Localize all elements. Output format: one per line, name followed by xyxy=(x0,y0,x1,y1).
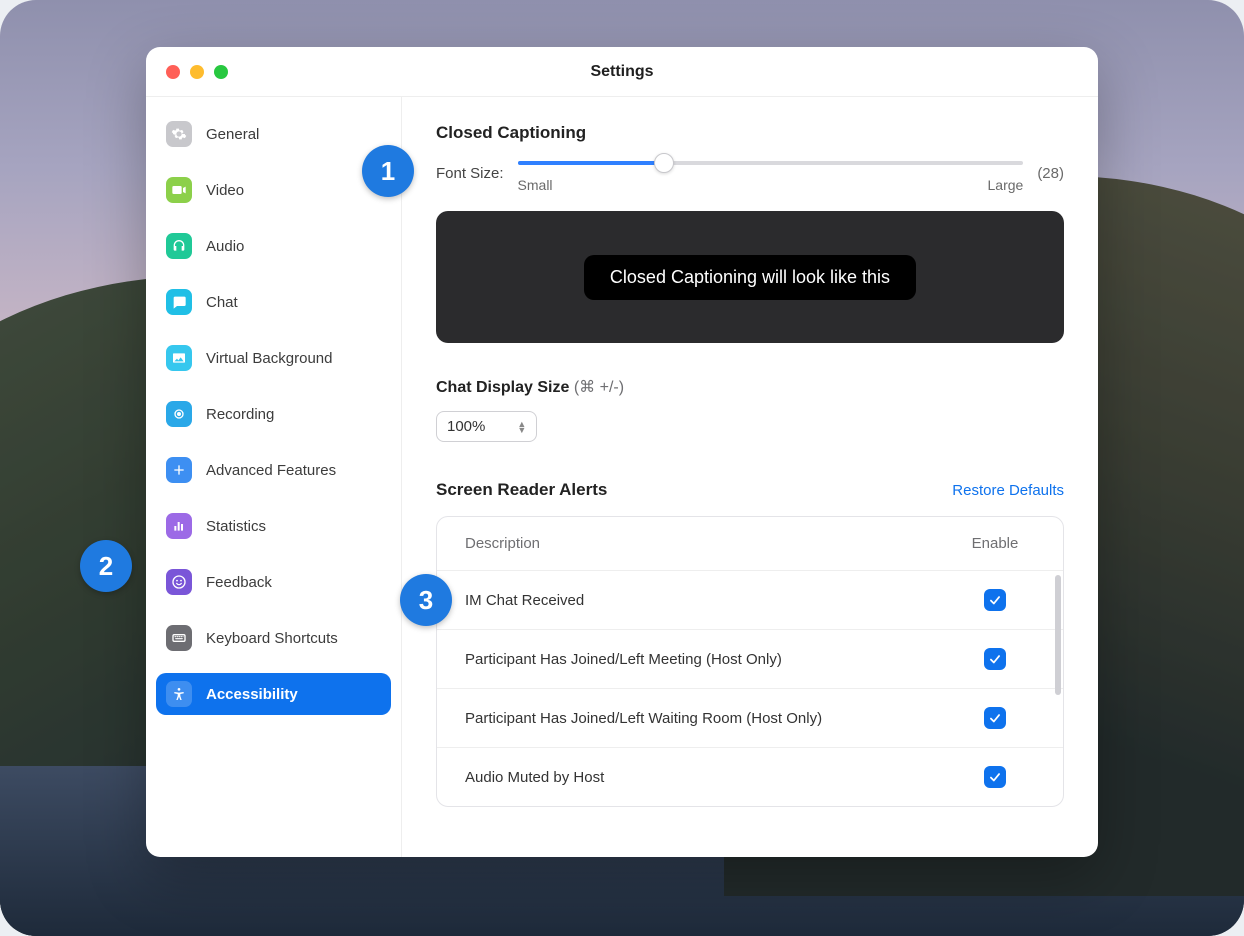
sidebar-item-label: Accessibility xyxy=(206,686,298,703)
table-header: Description Enable xyxy=(437,517,1063,570)
annotation-badge-2: 2 xyxy=(80,540,132,592)
slider-small-label: Small xyxy=(518,177,553,193)
alert-enable-checkbox[interactable] xyxy=(984,707,1006,729)
annotation-badge-1: 1 xyxy=(362,145,414,197)
gear-icon xyxy=(166,121,192,147)
col-enable: Enable xyxy=(955,535,1035,552)
caption-preview: Closed Captioning will look like this xyxy=(436,211,1064,343)
table-row: Audio Muted by Host xyxy=(437,747,1063,806)
font-size-value: (28) xyxy=(1037,165,1064,182)
chat-display-value: 100% xyxy=(447,418,485,435)
scrollbar[interactable] xyxy=(1055,575,1061,695)
sidebar-item-label: Chat xyxy=(206,294,238,311)
stepper-arrows-icon: ▲▼ xyxy=(517,421,526,433)
slider-large-label: Large xyxy=(988,177,1024,193)
accessibility-icon xyxy=(166,681,192,707)
sidebar-item-label: Virtual Background xyxy=(206,350,332,367)
alerts-table: Description Enable IM Chat Received Part… xyxy=(436,516,1064,807)
sidebar-item-statistics[interactable]: Statistics xyxy=(156,505,391,547)
col-description: Description xyxy=(465,535,540,552)
chat-icon xyxy=(166,289,192,315)
chat-display-hint: (⌘ +/-) xyxy=(574,379,624,396)
sidebar-item-label: Feedback xyxy=(206,574,272,591)
font-size-label: Font Size: xyxy=(436,165,504,182)
table-row: Participant Has Joined/Left Meeting (Hos… xyxy=(437,629,1063,688)
caption-preview-text: Closed Captioning will look like this xyxy=(584,255,916,300)
alert-description: Participant Has Joined/Left Meeting (Hos… xyxy=(465,651,782,668)
sidebar-item-recording[interactable]: Recording xyxy=(156,393,391,435)
restore-defaults-link[interactable]: Restore Defaults xyxy=(952,482,1064,499)
sidebar-item-audio[interactable]: Audio xyxy=(156,225,391,267)
sidebar-item-chat[interactable]: Chat xyxy=(156,281,391,323)
plus-icon xyxy=(166,457,192,483)
image-icon xyxy=(166,345,192,371)
smile-icon xyxy=(166,569,192,595)
keyboard-icon xyxy=(166,625,192,651)
sidebar-item-label: Recording xyxy=(206,406,274,423)
sidebar-item-label: Video xyxy=(206,182,244,199)
window-title: Settings xyxy=(146,63,1098,81)
alert-description: Audio Muted by Host xyxy=(465,769,604,786)
closed-captioning-title: Closed Captioning xyxy=(436,123,1064,143)
titlebar: Settings xyxy=(146,47,1098,97)
alert-description: Participant Has Joined/Left Waiting Room… xyxy=(465,710,822,727)
sidebar-item-label: Advanced Features xyxy=(206,462,336,479)
annotation-badge-3: 3 xyxy=(400,574,452,626)
sidebar-item-advanced-features[interactable]: Advanced Features xyxy=(156,449,391,491)
main-panel: Closed Captioning Font Size: Small Large… xyxy=(402,97,1098,857)
sidebar-item-label: Keyboard Shortcuts xyxy=(206,630,338,647)
slider-thumb[interactable] xyxy=(654,153,674,173)
screen-reader-title: Screen Reader Alerts xyxy=(436,480,607,500)
sidebar-item-general[interactable]: General xyxy=(156,113,391,155)
sidebar-item-accessibility[interactable]: Accessibility xyxy=(156,673,391,715)
bars-icon xyxy=(166,513,192,539)
alert-enable-checkbox[interactable] xyxy=(984,589,1006,611)
headphones-icon xyxy=(166,233,192,259)
table-row: Participant Has Joined/Left Waiting Room… xyxy=(437,688,1063,747)
table-row: IM Chat Received xyxy=(437,570,1063,629)
sidebar-item-label: General xyxy=(206,126,259,143)
sidebar: General Video Audio Chat xyxy=(146,97,402,857)
sidebar-item-label: Statistics xyxy=(206,518,266,535)
chat-display-select[interactable]: 100% ▲▼ xyxy=(436,411,537,442)
video-icon xyxy=(166,177,192,203)
alert-description: IM Chat Received xyxy=(465,592,584,609)
sidebar-item-keyboard-shortcuts[interactable]: Keyboard Shortcuts xyxy=(156,617,391,659)
settings-window: Settings General Video Audio xyxy=(146,47,1098,857)
chat-display-title: Chat Display Size (⌘ +/-) xyxy=(436,377,1064,397)
record-icon xyxy=(166,401,192,427)
sidebar-item-label: Audio xyxy=(206,238,244,255)
font-size-slider[interactable] xyxy=(518,153,1024,173)
alert-enable-checkbox[interactable] xyxy=(984,648,1006,670)
sidebar-item-virtual-background[interactable]: Virtual Background xyxy=(156,337,391,379)
sidebar-item-feedback[interactable]: Feedback xyxy=(156,561,391,603)
alert-enable-checkbox[interactable] xyxy=(984,766,1006,788)
sidebar-item-video[interactable]: Video xyxy=(156,169,391,211)
